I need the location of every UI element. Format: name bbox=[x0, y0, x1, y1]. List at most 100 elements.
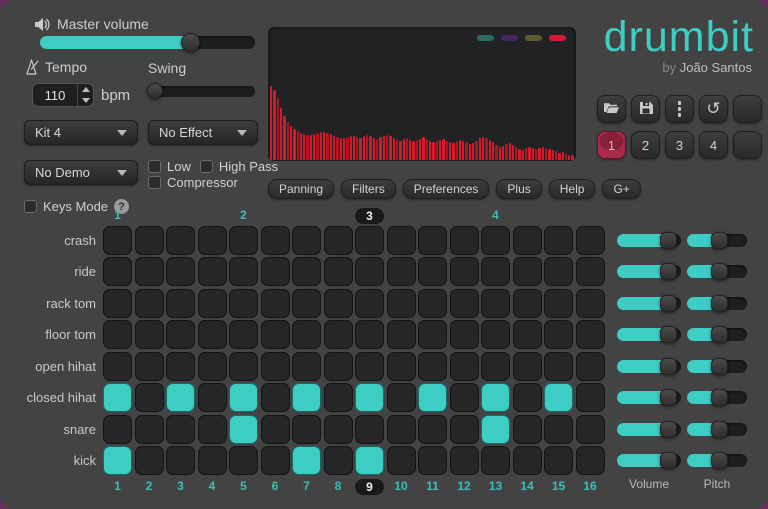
step-cell-floor-tom-14[interactable] bbox=[513, 320, 542, 349]
step-cell-closed-hihat-2[interactable] bbox=[135, 383, 164, 412]
pitch-handle-crash[interactable] bbox=[711, 232, 728, 249]
step-cell-open-hihat-4[interactable] bbox=[198, 352, 227, 381]
volume-handle-floor-tom[interactable] bbox=[660, 326, 677, 343]
step-cell-crash-6[interactable] bbox=[261, 226, 290, 255]
step-cell-kick-10[interactable] bbox=[387, 446, 416, 475]
step-cell-floor-tom-16[interactable] bbox=[576, 320, 605, 349]
step-cell-closed-hihat-7[interactable] bbox=[292, 383, 321, 412]
step-cell-closed-hihat-8[interactable] bbox=[324, 383, 353, 412]
step-cell-snare-6[interactable] bbox=[261, 415, 290, 444]
master-volume-handle[interactable] bbox=[181, 33, 200, 52]
step-cell-closed-hihat-5[interactable] bbox=[229, 383, 258, 412]
step-cell-crash-9[interactable] bbox=[355, 226, 384, 255]
step-cell-rack-tom-10[interactable] bbox=[387, 289, 416, 318]
swing-handle[interactable] bbox=[147, 83, 163, 99]
step-cell-rack-tom-11[interactable] bbox=[418, 289, 447, 318]
step-cell-ride-4[interactable] bbox=[198, 257, 227, 286]
step-cell-ride-3[interactable] bbox=[166, 257, 195, 286]
volume-handle-closed-hihat[interactable] bbox=[660, 389, 677, 406]
step-cell-floor-tom-4[interactable] bbox=[198, 320, 227, 349]
step-cell-rack-tom-1[interactable] bbox=[103, 289, 132, 318]
volume-handle-rack-tom[interactable] bbox=[660, 295, 677, 312]
step-cell-closed-hihat-10[interactable] bbox=[387, 383, 416, 412]
step-cell-crash-5[interactable] bbox=[229, 226, 258, 255]
step-cell-closed-hihat-16[interactable] bbox=[576, 383, 605, 412]
step-cell-snare-8[interactable] bbox=[324, 415, 353, 444]
step-cell-closed-hihat-3[interactable] bbox=[166, 383, 195, 412]
step-cell-closed-hihat-12[interactable] bbox=[450, 383, 479, 412]
step-cell-open-hihat-3[interactable] bbox=[166, 352, 195, 381]
step-cell-kick-2[interactable] bbox=[135, 446, 164, 475]
step-cell-crash-7[interactable] bbox=[292, 226, 321, 255]
step-cell-floor-tom-3[interactable] bbox=[166, 320, 195, 349]
step-cell-open-hihat-7[interactable] bbox=[292, 352, 321, 381]
step-cell-crash-11[interactable] bbox=[418, 226, 447, 255]
tempo-up-button[interactable] bbox=[78, 84, 93, 95]
effect-select[interactable]: No Effect bbox=[148, 120, 258, 145]
step-cell-floor-tom-11[interactable] bbox=[418, 320, 447, 349]
step-cell-floor-tom-6[interactable] bbox=[261, 320, 290, 349]
step-cell-open-hihat-14[interactable] bbox=[513, 352, 542, 381]
step-cell-open-hihat-13[interactable] bbox=[481, 352, 510, 381]
step-cell-kick-7[interactable] bbox=[292, 446, 321, 475]
step-cell-crash-2[interactable] bbox=[135, 226, 164, 255]
step-cell-rack-tom-4[interactable] bbox=[198, 289, 227, 318]
step-cell-snare-2[interactable] bbox=[135, 415, 164, 444]
step-cell-floor-tom-7[interactable] bbox=[292, 320, 321, 349]
step-cell-ride-7[interactable] bbox=[292, 257, 321, 286]
menu-button-plus[interactable]: Plus bbox=[496, 179, 541, 199]
step-cell-snare-12[interactable] bbox=[450, 415, 479, 444]
step-cell-rack-tom-7[interactable] bbox=[292, 289, 321, 318]
step-cell-rack-tom-6[interactable] bbox=[261, 289, 290, 318]
record-button[interactable] bbox=[733, 95, 762, 123]
step-cell-ride-12[interactable] bbox=[450, 257, 479, 286]
step-cell-crash-4[interactable] bbox=[198, 226, 227, 255]
step-cell-crash-13[interactable] bbox=[481, 226, 510, 255]
step-cell-open-hihat-5[interactable] bbox=[229, 352, 258, 381]
step-cell-kick-11[interactable] bbox=[418, 446, 447, 475]
step-cell-rack-tom-3[interactable] bbox=[166, 289, 195, 318]
tempo-down-button[interactable] bbox=[78, 95, 93, 106]
step-cell-closed-hihat-14[interactable] bbox=[513, 383, 542, 412]
keys-mode-checkbox[interactable] bbox=[24, 200, 37, 213]
step-cell-crash-16[interactable] bbox=[576, 226, 605, 255]
step-cell-rack-tom-9[interactable] bbox=[355, 289, 384, 318]
step-cell-open-hihat-8[interactable] bbox=[324, 352, 353, 381]
step-cell-crash-1[interactable] bbox=[103, 226, 132, 255]
step-cell-floor-tom-9[interactable] bbox=[355, 320, 384, 349]
step-cell-kick-14[interactable] bbox=[513, 446, 542, 475]
menu-button-preferences[interactable]: Preferences bbox=[403, 179, 490, 199]
pattern-button-4[interactable]: 4 bbox=[699, 131, 728, 159]
step-cell-snare-10[interactable] bbox=[387, 415, 416, 444]
step-cell-crash-12[interactable] bbox=[450, 226, 479, 255]
step-cell-floor-tom-2[interactable] bbox=[135, 320, 164, 349]
step-cell-open-hihat-6[interactable] bbox=[261, 352, 290, 381]
step-cell-kick-15[interactable] bbox=[544, 446, 573, 475]
step-cell-open-hihat-9[interactable] bbox=[355, 352, 384, 381]
pitch-handle-closed-hihat[interactable] bbox=[711, 389, 728, 406]
volume-handle-crash[interactable] bbox=[660, 232, 677, 249]
step-cell-ride-15[interactable] bbox=[544, 257, 573, 286]
step-cell-ride-14[interactable] bbox=[513, 257, 542, 286]
menu-button-panning[interactable]: Panning bbox=[268, 179, 334, 199]
step-cell-kick-6[interactable] bbox=[261, 446, 290, 475]
master-volume-slider[interactable] bbox=[40, 36, 255, 49]
demo-select[interactable]: No Demo bbox=[24, 160, 138, 185]
step-cell-closed-hihat-4[interactable] bbox=[198, 383, 227, 412]
step-cell-ride-8[interactable] bbox=[324, 257, 353, 286]
step-cell-kick-16[interactable] bbox=[576, 446, 605, 475]
step-cell-floor-tom-13[interactable] bbox=[481, 320, 510, 349]
folder-open-button[interactable] bbox=[597, 95, 626, 123]
pitch-handle-ride[interactable] bbox=[711, 263, 728, 280]
step-cell-rack-tom-15[interactable] bbox=[544, 289, 573, 318]
volume-handle-snare[interactable] bbox=[660, 421, 677, 438]
step-cell-ride-11[interactable] bbox=[418, 257, 447, 286]
step-cell-closed-hihat-15[interactable] bbox=[544, 383, 573, 412]
step-cell-rack-tom-14[interactable] bbox=[513, 289, 542, 318]
step-cell-snare-11[interactable] bbox=[418, 415, 447, 444]
step-cell-open-hihat-12[interactable] bbox=[450, 352, 479, 381]
step-cell-kick-5[interactable] bbox=[229, 446, 258, 475]
stop-button[interactable] bbox=[733, 131, 762, 159]
step-cell-crash-15[interactable] bbox=[544, 226, 573, 255]
step-cell-snare-13[interactable] bbox=[481, 415, 510, 444]
